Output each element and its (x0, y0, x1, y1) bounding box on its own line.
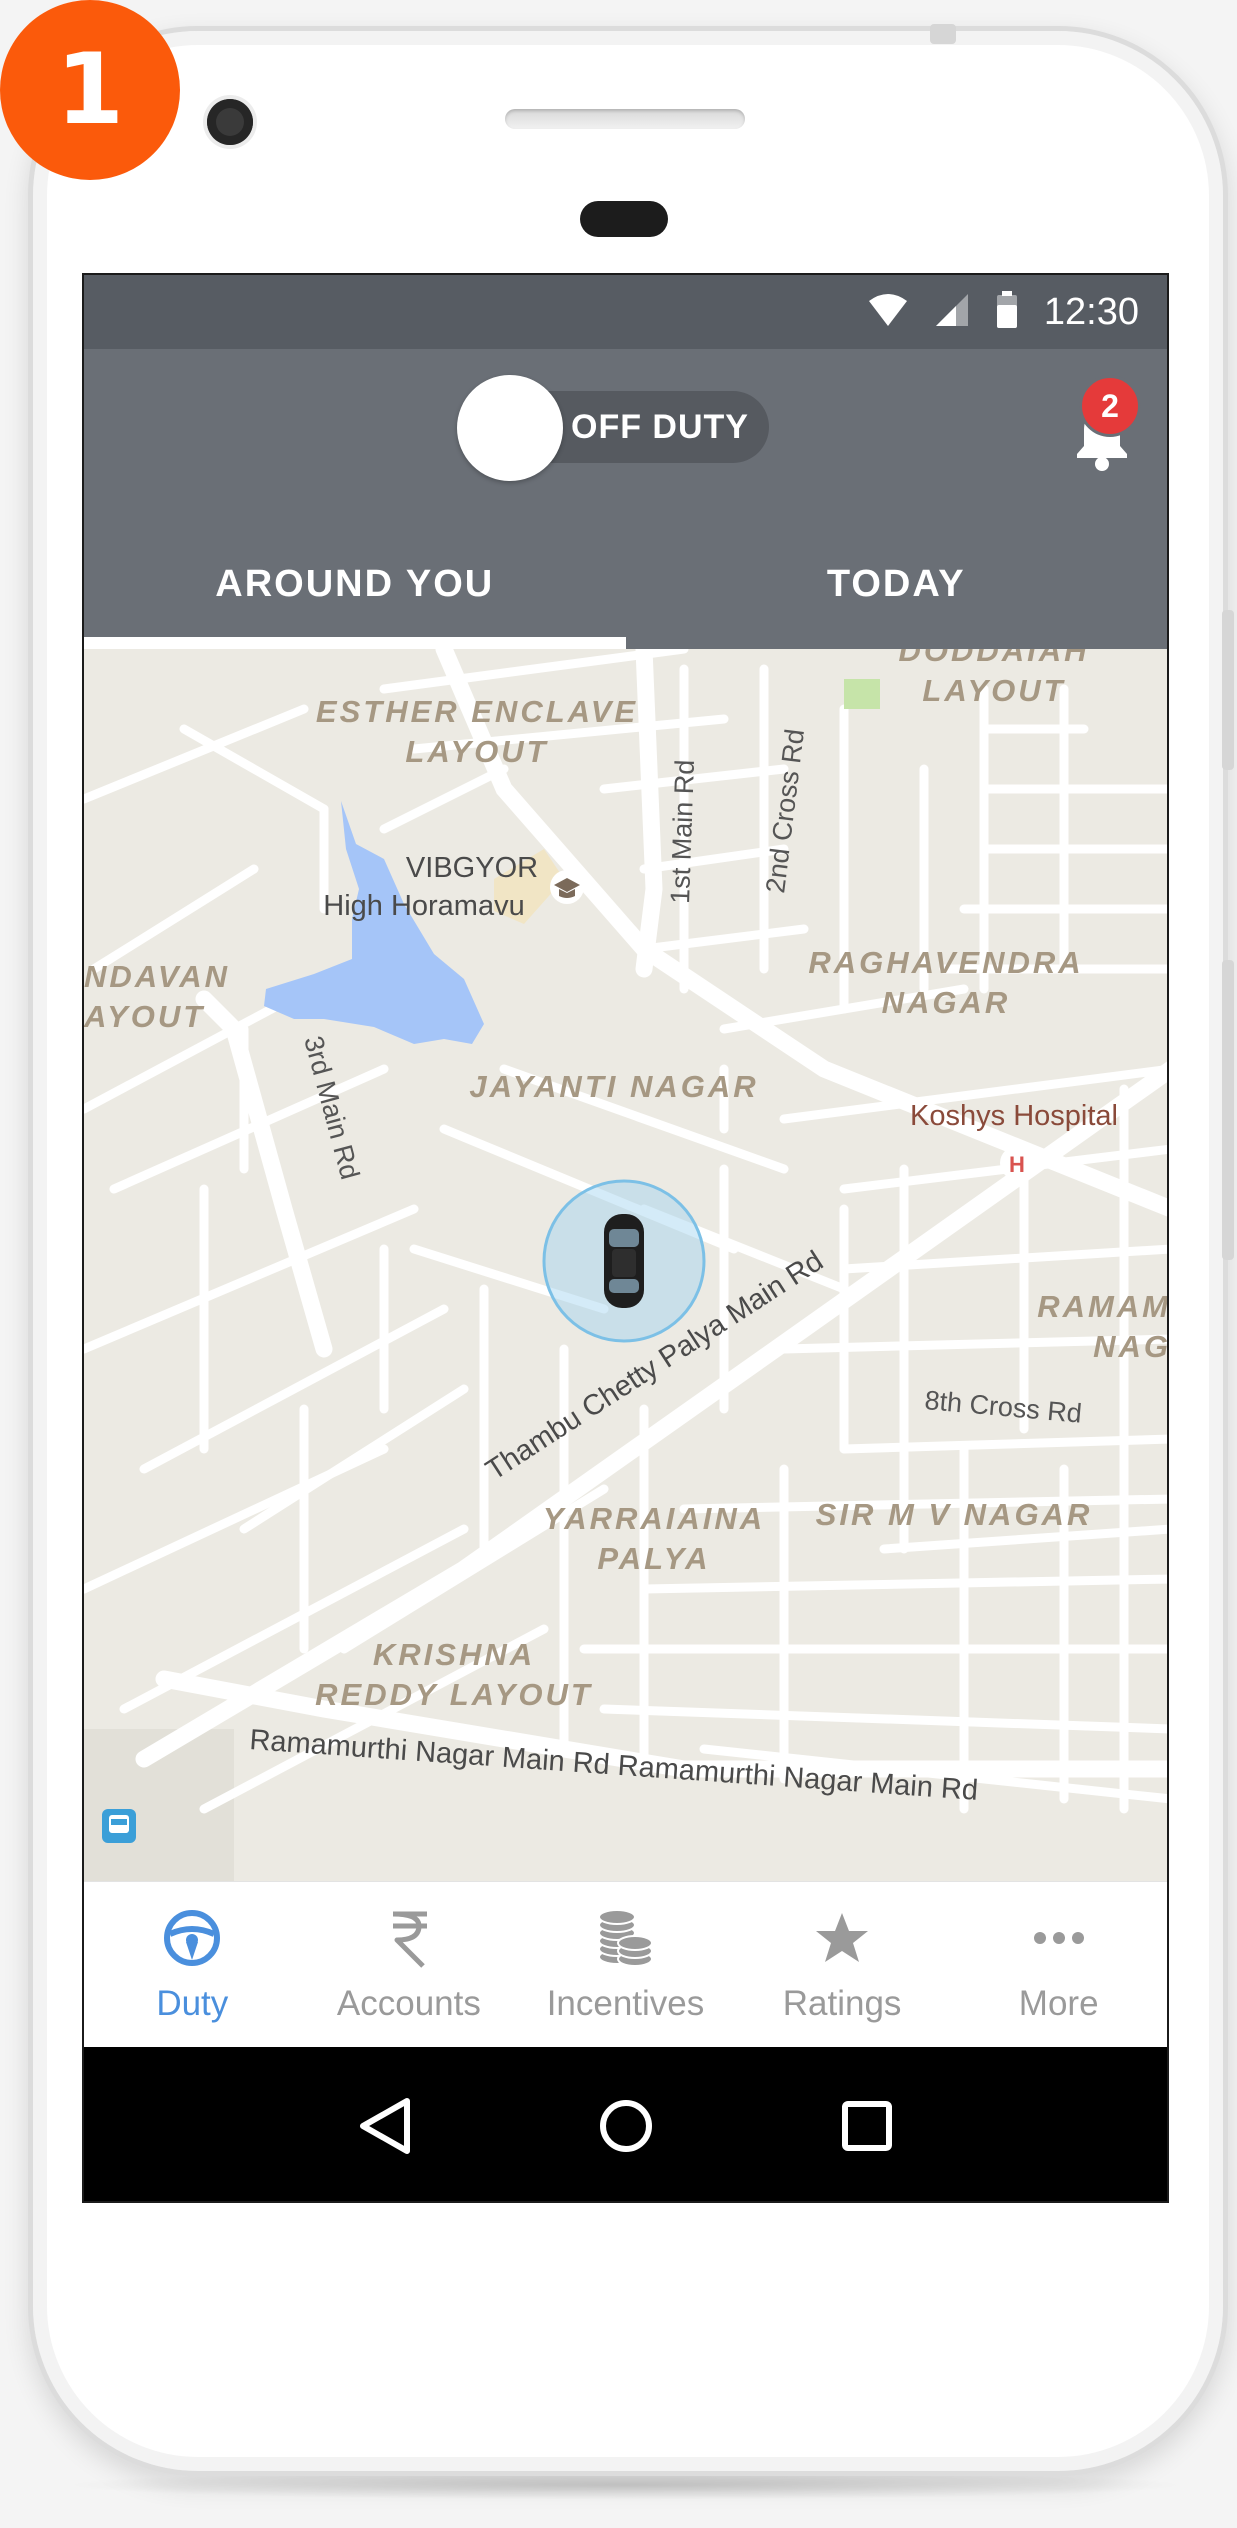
nav-label-duty: Duty (156, 1984, 229, 2023)
map-label-doddaiah: DODDAIAH (898, 649, 1089, 668)
current-location-marker[interactable] (542, 1179, 706, 1343)
recents-button[interactable] (817, 2076, 917, 2176)
android-navigation-bar (84, 2047, 1167, 2201)
notification-count-badge: 2 (1079, 375, 1141, 437)
tab-around-you-label: AROUND YOU (215, 562, 495, 605)
status-time: 12:30 (1043, 290, 1139, 333)
car-icon (604, 1214, 644, 1308)
nav-label-incentives: Incentives (546, 1984, 705, 2023)
svg-text:H: H (1009, 1152, 1025, 1177)
nav-item-more[interactable]: More (950, 1882, 1167, 2048)
proximity-sensor (580, 201, 668, 237)
map-label-raghavendra: RAGHAVENDRA (808, 945, 1083, 980)
map-label-ayout: AYOUT (84, 999, 205, 1034)
duty-toggle-label: OFF DUTY (571, 408, 749, 446)
tab-today[interactable]: TODAY (626, 519, 1168, 649)
back-button[interactable] (335, 2076, 435, 2176)
nav-item-accounts[interactable]: Accounts (301, 1882, 518, 2048)
rupee-icon (387, 1906, 431, 1970)
nav-item-ratings[interactable]: Ratings (734, 1882, 951, 2048)
phone-power-button (1222, 960, 1234, 1260)
map-label-reddy-layout: REDDY LAYOUT (315, 1677, 593, 1712)
coin-stack-icon (595, 1906, 655, 1970)
app-header: OFF DUTY 2 AROUND YOU TODAY (84, 349, 1167, 649)
earpiece-speaker (505, 109, 745, 129)
map-label-high-horamavu: High Horamavu (323, 890, 524, 922)
tab-around-you[interactable]: AROUND YOU (84, 519, 626, 649)
status-bar: 12:30 (84, 275, 1167, 349)
step-number-badge: 1 (0, 0, 180, 180)
map-label-koshys-hospital: Koshys Hospital (910, 1100, 1118, 1132)
bottom-navigation: Duty Accounts Incentives Ratings More (84, 1881, 1167, 2048)
map-label-esther-layout: LAYOUT (405, 734, 548, 769)
phone-top-button (930, 24, 956, 44)
map-label-nag: NAG (1093, 1329, 1167, 1364)
home-button[interactable] (576, 2076, 676, 2176)
tab-today-label: TODAY (826, 562, 966, 605)
duty-toggle-knob[interactable] (457, 375, 563, 481)
hospital-icon[interactable]: H (1000, 1146, 1034, 1180)
steering-wheel-icon (162, 1906, 222, 1970)
map-label-krishna: KRISHNA (373, 1637, 535, 1672)
more-dots-icon (1033, 1906, 1085, 1970)
recents-square-icon (841, 2101, 892, 2151)
battery-icon (996, 290, 1018, 334)
nav-label-ratings: Ratings (782, 1984, 902, 2023)
map-view[interactable]: H DODDAIAH LAYOUT ESTHER ENCLAVE LAYOUT … (84, 649, 1167, 1881)
nav-label-accounts: Accounts (336, 1984, 481, 2023)
nav-label-more: More (1018, 1984, 1099, 2023)
home-circle-icon (599, 2100, 652, 2152)
bus-stop-icon[interactable] (102, 1809, 136, 1843)
cell-signal-icon (934, 293, 970, 332)
map-label-sir-mv-nagar: SIR M V NAGAR (816, 1497, 1093, 1532)
park-area (844, 679, 880, 709)
nav-item-incentives[interactable]: Incentives (517, 1882, 734, 2048)
wifi-icon (868, 293, 908, 332)
map-label-jayanti-nagar: JAYANTI NAGAR (469, 1069, 758, 1104)
map-label-ramam: RAMAM (1037, 1289, 1167, 1324)
map-label-yarraiaina: YARRAIAINA (543, 1501, 765, 1536)
active-tab-indicator (84, 637, 626, 649)
nav-item-duty[interactable]: Duty (84, 1882, 301, 2048)
map-label-1st-main-rd: 1st Main Rd (665, 759, 700, 904)
front-camera (207, 99, 253, 145)
duty-toggle[interactable]: OFF DUTY (457, 375, 769, 481)
back-triangle-icon (359, 2098, 410, 2154)
map-label-ndavan: NDAVAN (84, 959, 230, 994)
phone-volume-button (1222, 610, 1234, 770)
map-label-vibgyor: VIBGYOR (406, 852, 538, 884)
map-label-palya: PALYA (597, 1541, 710, 1576)
map-canvas[interactable]: H DODDAIAH LAYOUT ESTHER ENCLAVE LAYOUT … (84, 649, 1167, 1881)
map-label-raghavendra-nagar: NAGAR (882, 985, 1011, 1020)
tab-bar: AROUND YOU TODAY (84, 519, 1167, 649)
map-label-doddaiah-layout: LAYOUT (922, 673, 1065, 708)
phone-screen: 12:30 OFF DUTY 2 AROUND YOU TODAY H DODD… (82, 273, 1169, 2203)
star-icon (814, 1906, 870, 1970)
map-label-esther-enclave: ESTHER ENCLAVE (316, 694, 638, 729)
school-icon[interactable] (550, 870, 584, 904)
